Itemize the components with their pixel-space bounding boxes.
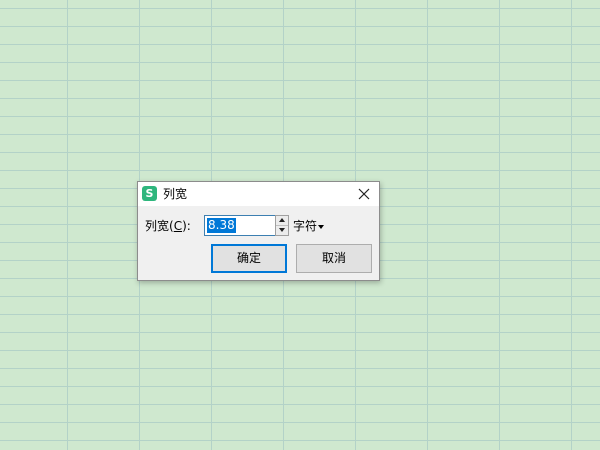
column-width-value: 8.38 [207, 218, 236, 233]
chevron-down-icon [279, 228, 285, 232]
chevron-up-icon [279, 218, 285, 222]
column-width-label: 列宽(C): [145, 218, 191, 234]
label-accelerator: C [173, 219, 183, 233]
spin-up-button[interactable] [276, 216, 288, 226]
close-icon [358, 188, 370, 200]
dialog-titlebar[interactable]: S 列宽 [138, 182, 379, 206]
dialog-title: 列宽 [163, 187, 188, 201]
wps-app-icon: S [142, 186, 157, 201]
width-spinner[interactable] [275, 215, 289, 236]
ok-button[interactable]: 确定 [211, 244, 287, 273]
column-width-dialog: S 列宽 列宽(C): 8.38 字符 确定 取消 [137, 181, 380, 281]
label-prefix: 列宽( [145, 219, 174, 233]
caret-down-icon [318, 224, 325, 229]
cancel-button[interactable]: 取消 [296, 244, 372, 273]
close-button[interactable] [355, 185, 373, 203]
label-suffix: ): [182, 219, 191, 233]
column-width-input[interactable]: 8.38 [204, 215, 276, 236]
spin-down-button[interactable] [276, 226, 288, 235]
unit-dropdown[interactable]: 字符 [293, 218, 325, 234]
unit-label: 字符 [293, 219, 318, 233]
